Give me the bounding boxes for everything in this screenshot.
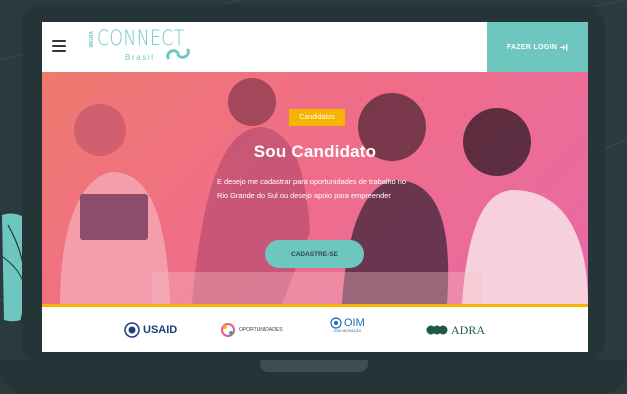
login-button[interactable]: FAZER LOGIN: [487, 22, 588, 72]
oim-label: OIM: [344, 317, 365, 329]
category-badge: Candidatos: [289, 109, 345, 126]
partner-oportunidades[interactable]: OPORTUNIDADES: [220, 319, 283, 341]
logo-country-text: Brasil: [125, 53, 155, 62]
usaid-seal-icon: [124, 322, 140, 338]
adra-label: ADRA: [451, 322, 486, 337]
hero-section: Candidatos Sou Candidato E desejo me cad…: [42, 72, 588, 304]
site-header: MIGRA CONNECT Brasil FAZER LOGIN: [42, 22, 588, 72]
oportunidades-label: OPORTUNIDADES: [239, 327, 283, 333]
partner-oim[interactable]: OIM ONU MIGRAÇÃO: [330, 317, 365, 339]
hero-title: Sou Candidato: [253, 142, 377, 161]
oportunidades-logo-icon: [221, 323, 235, 337]
partner-usaid[interactable]: USAID: [124, 319, 177, 341]
oim-globe-icon: [330, 317, 342, 329]
register-button[interactable]: CADASTRE-SE: [265, 240, 364, 268]
laptop-notch: [260, 360, 368, 372]
partner-adra[interactable]: ADRA: [426, 319, 485, 341]
usaid-label: USAID: [143, 324, 178, 336]
hero-description: E desejo me cadastrar para oportunidades…: [217, 177, 406, 200]
adra-logo-icon: [426, 325, 448, 335]
chain-link-icon: [166, 48, 190, 60]
oim-sub-label: ONU MIGRAÇÃO: [333, 329, 362, 333]
site-logo[interactable]: MIGRA CONNECT Brasil: [89, 26, 194, 68]
menu-icon[interactable]: [52, 40, 66, 52]
login-label: FAZER LOGIN: [506, 43, 558, 51]
logo-sub-text: MIGRA: [89, 31, 95, 48]
partners-bar: USAID OPORTUNIDADES OIM ONU MIGRAÇÃO ADR…: [42, 304, 588, 352]
login-icon: [560, 44, 568, 50]
laptop-screen: MIGRA CONNECT Brasil FAZER LOGIN Candida…: [42, 22, 588, 352]
